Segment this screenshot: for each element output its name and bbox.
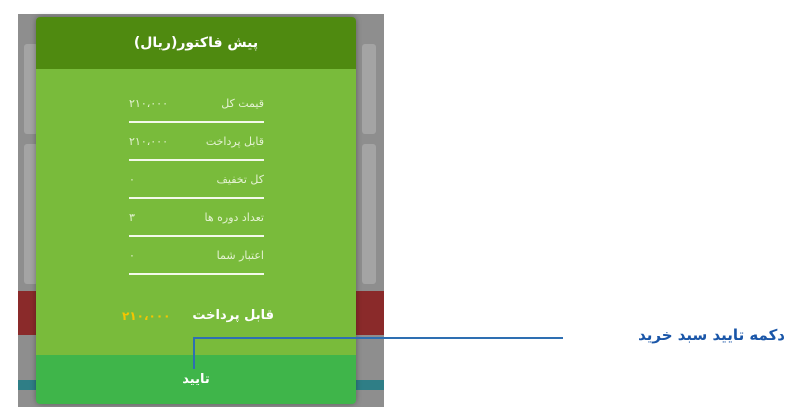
background-strip xyxy=(18,380,36,390)
invoice-row: قیمت کل ۲۱۰،۰۰۰ xyxy=(129,97,264,133)
dialog-body: قیمت کل ۲۱۰،۰۰۰ قابل پرداخت ۲۱۰،۰۰۰ کل ت… xyxy=(36,69,356,355)
row-value: ۰ xyxy=(129,173,135,186)
callout-line xyxy=(193,337,195,369)
background-card xyxy=(362,144,376,284)
row-divider xyxy=(129,273,264,275)
background-strip xyxy=(356,380,384,390)
background-banner xyxy=(356,291,384,335)
confirm-button[interactable]: تایید xyxy=(36,355,356,404)
row-divider xyxy=(129,235,264,237)
row-value: ۲۱۰،۰۰۰ xyxy=(129,97,168,110)
dialog-title: پیش فاکتور(ریال) xyxy=(133,35,259,51)
dialog-header: پیش فاکتور(ریال) xyxy=(36,17,356,69)
row-value: ۳ xyxy=(129,211,135,224)
callout-label: دکمه تایید سبد خرید xyxy=(638,326,785,344)
row-label: اعتبار شما xyxy=(216,249,264,262)
row-label: کل تخفیف xyxy=(216,173,265,186)
total-value: ۲۱۰،۰۰۰ xyxy=(122,309,171,323)
invoice-row: قابل پرداخت ۲۱۰،۰۰۰ xyxy=(129,135,264,171)
invoice-dialog: پیش فاکتور(ریال) قیمت کل ۲۱۰،۰۰۰ قابل پر… xyxy=(36,17,356,404)
total-label: قابل پرداخت xyxy=(192,308,274,323)
row-divider xyxy=(129,159,264,161)
row-divider xyxy=(129,197,264,199)
row-divider xyxy=(129,121,264,123)
background-card xyxy=(362,44,376,134)
invoice-row: اعتبار شما ۰ xyxy=(129,249,264,285)
callout-line xyxy=(193,337,563,339)
row-value: ۰ xyxy=(129,249,135,262)
background-banner xyxy=(18,291,36,335)
row-label: قیمت کل xyxy=(221,97,264,110)
row-label: تعداد دوره ها xyxy=(204,211,264,224)
invoice-row: کل تخفیف ۰ xyxy=(129,173,264,209)
row-value: ۲۱۰،۰۰۰ xyxy=(129,135,168,148)
invoice-row: تعداد دوره ها ۳ xyxy=(129,211,264,247)
row-label: قابل پرداخت xyxy=(205,135,264,148)
